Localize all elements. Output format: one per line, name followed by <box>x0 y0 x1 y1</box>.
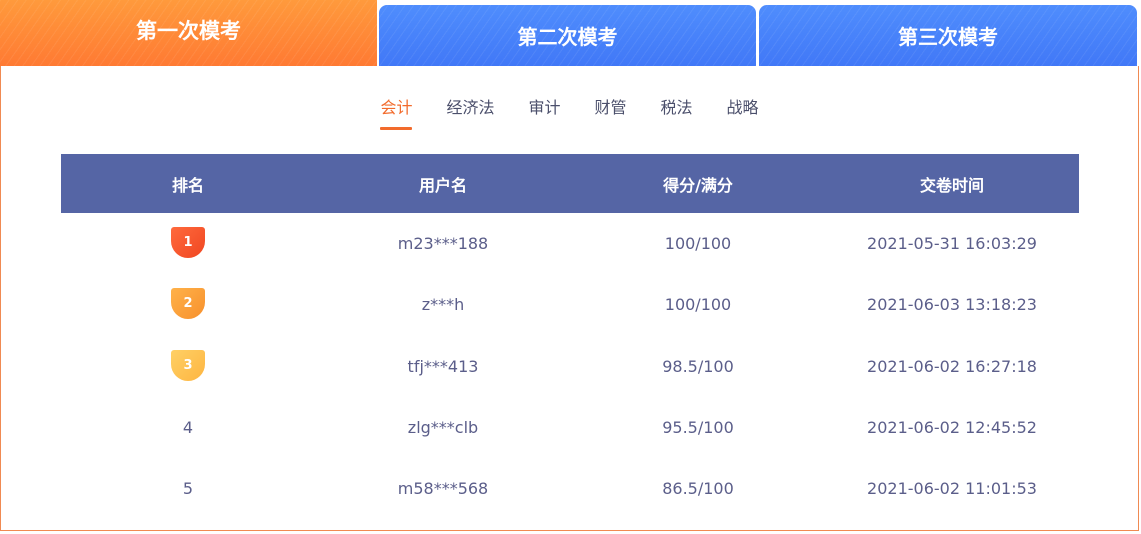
score-cell: 86.5/100 <box>662 479 734 499</box>
rank-cell: 5 <box>182 479 194 499</box>
exam-tabs: 第一次模考 第二次模考 第三次模考 <box>0 0 1141 66</box>
header-username: 用户名 <box>418 175 467 195</box>
username-cell: tfj***413 <box>407 356 479 376</box>
subtab-strategy[interactable]: 战略 <box>727 94 759 130</box>
table-row: 5 m58***568 86.5/100 2021-06-02 11:01:53 <box>61 458 1079 519</box>
rank-cell: 4 <box>182 418 194 438</box>
table-row: 1 m23***188 100/100 2021-05-31 16:03:29 <box>61 213 1079 274</box>
time-cell: 2021-06-03 13:18:23 <box>867 295 1037 315</box>
table-row: 3 tfj***413 98.5/100 2021-06-02 16:27:18 <box>61 336 1079 397</box>
username-cell: m58***568 <box>397 479 489 499</box>
header-rank: 排名 <box>171 175 204 195</box>
username-cell: zlg***clb <box>407 418 479 438</box>
medal-icon: 3 <box>171 349 205 381</box>
tab-first-mock[interactable]: 第一次模考 <box>0 0 377 66</box>
score-cell: 100/100 <box>664 295 732 315</box>
username-cell: z***h <box>421 295 465 315</box>
subtab-financial-management[interactable]: 财管 <box>595 94 627 130</box>
header-score: 得分/满分 <box>663 175 733 195</box>
ranking-panel: 会计 经济法 审计 财管 税法 战略 排名 用户名 得分/满分 交卷时间 1 m… <box>0 66 1139 531</box>
table-row: 2 z***h 100/100 2021-06-03 13:18:23 <box>61 274 1079 335</box>
score-cell: 95.5/100 <box>662 418 734 438</box>
rank-cell: 3 <box>61 336 315 397</box>
subtab-tax-law[interactable]: 税法 <box>661 94 693 130</box>
time-cell: 2021-05-31 16:03:29 <box>867 234 1037 254</box>
tab-third-mock[interactable]: 第三次模考 <box>759 5 1137 66</box>
subtab-economic-law[interactable]: 经济法 <box>446 94 494 130</box>
time-cell: 2021-06-02 11:01:53 <box>867 479 1037 499</box>
medal-icon: 2 <box>171 288 205 320</box>
time-cell: 2021-06-02 16:27:18 <box>867 356 1037 376</box>
subtab-audit[interactable]: 审计 <box>528 94 560 130</box>
subtab-accounting[interactable]: 会计 <box>380 94 413 130</box>
table-header-row: 排名 用户名 得分/满分 交卷时间 <box>61 154 1079 213</box>
medal-icon: 1 <box>171 227 205 259</box>
rank-cell: 2 <box>61 274 315 335</box>
username-cell: m23***188 <box>397 234 489 254</box>
tab-label: 第二次模考 <box>517 25 618 49</box>
score-cell: 98.5/100 <box>662 356 734 376</box>
tab-label: 第一次模考 <box>136 19 241 43</box>
time-cell: 2021-06-02 12:45:52 <box>867 418 1037 438</box>
header-submit-time: 交卷时间 <box>919 175 984 195</box>
ranking-table: 排名 用户名 得分/满分 交卷时间 1 m23***188 100/100 20… <box>61 154 1079 519</box>
tab-second-mock[interactable]: 第二次模考 <box>379 5 756 66</box>
score-cell: 100/100 <box>664 234 732 254</box>
tab-label: 第三次模考 <box>898 25 998 49</box>
table-row: 4 zlg***clb 95.5/100 2021-06-02 12:45:52 <box>61 397 1079 458</box>
subject-tabs: 会计 经济法 审计 财管 税法 战略 <box>1 94 1138 130</box>
rank-cell: 1 <box>61 213 315 274</box>
